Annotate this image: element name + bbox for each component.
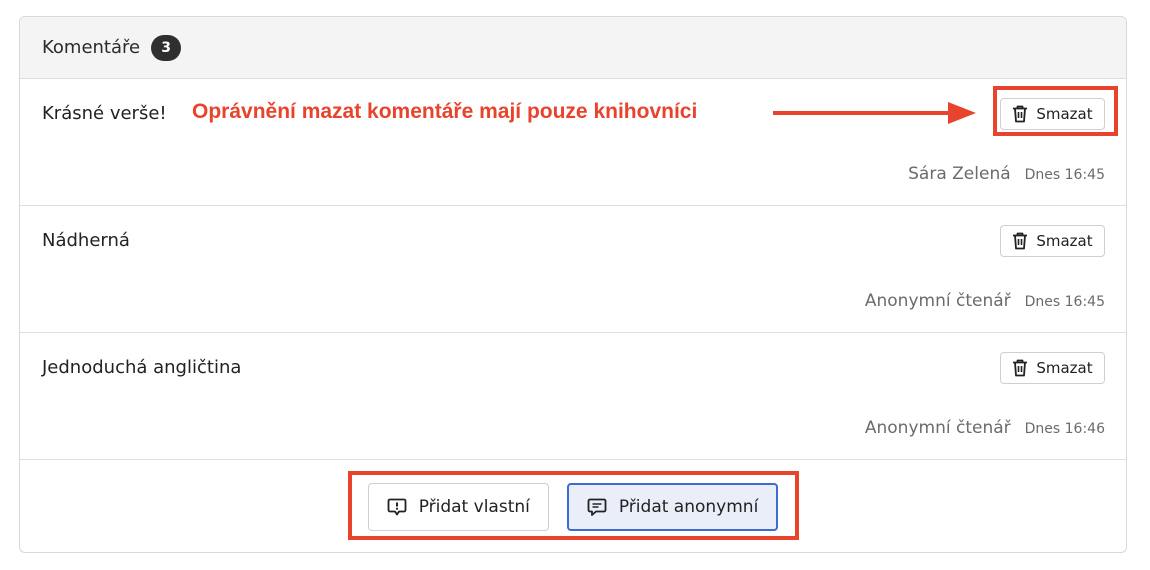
comment-author: Anonymní čtenář: [864, 291, 1011, 311]
comment-meta: Anonymní čtenář Dnes 16:46: [865, 418, 1105, 438]
comment-author: Sára Zelená: [908, 164, 1011, 184]
comment-text: Nádherná: [42, 230, 130, 251]
comments-title: Komentáře: [42, 37, 141, 58]
comment-time: Dnes 16:46: [1024, 421, 1105, 437]
comment-time: Dnes 16:45: [1024, 294, 1105, 310]
trash-icon: [1012, 232, 1028, 250]
annotation-arrow-icon: [773, 102, 976, 124]
comments-count-badge: 3: [151, 34, 182, 61]
delete-label: Smazat: [1036, 232, 1093, 250]
comment-item: Krásné verše! Smazat Sára Zelená Dnes 16…: [20, 79, 1126, 206]
delete-comment-button[interactable]: Smazat: [1000, 225, 1105, 257]
comments-header: Komentáře 3: [20, 17, 1126, 79]
comment-text: Krásné verše!: [42, 103, 167, 124]
delete-highlight-box: [993, 86, 1118, 136]
trash-icon: [1012, 359, 1028, 377]
comment-author: Anonymní čtenář: [864, 418, 1011, 438]
comment-text: Jednoduchá angličtina: [42, 357, 242, 378]
comment-time: Dnes 16:45: [1024, 167, 1105, 183]
comment-item: Jednoduchá angličtina Smazat Anonymní čt…: [20, 333, 1126, 460]
add-buttons-highlight-box: [348, 471, 799, 540]
comment-meta: Anonymní čtenář Dnes 16:45: [865, 291, 1105, 311]
comment-item: Nádherná Smazat Anonymní čtenář Dnes 16:…: [20, 206, 1126, 333]
delete-comment-button[interactable]: Smazat: [1000, 352, 1105, 384]
permission-annotation-text: Oprávnění mazat komentáře mají pouze kni…: [192, 100, 698, 123]
delete-label: Smazat: [1036, 359, 1093, 377]
comment-meta: Sára Zelená Dnes 16:45: [908, 164, 1105, 184]
